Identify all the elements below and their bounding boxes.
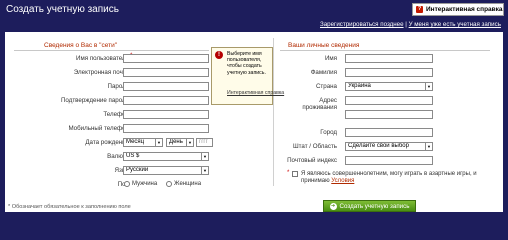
female-radio[interactable] — [166, 181, 172, 187]
male-label: Мужчина — [132, 181, 158, 187]
currency-value: US $ — [126, 153, 140, 159]
username-tooltip: ! Выберите имя пользователя, чтобы созда… — [211, 47, 284, 105]
country-value: Украина — [348, 83, 371, 89]
chevron-down-icon: ▼ — [201, 153, 208, 160]
chevron-down-icon: ▼ — [201, 167, 208, 174]
top-links: Зарегистрироваться позднее | У меня уже … — [320, 21, 501, 28]
tooltip-help-link[interactable]: Интерактивная справка — [227, 90, 284, 96]
birth-year-input[interactable]: гггг — [196, 138, 213, 147]
state-label: Штат / Область — [292, 143, 337, 150]
agree-text: Я являюсь совершеннолетним, могу играть … — [301, 171, 491, 185]
required-note: * Обозначает обязательное к заполнению п… — [8, 204, 131, 210]
alert-icon: ! — [215, 51, 223, 59]
currency-select[interactable]: US $ ▼ — [123, 152, 209, 161]
address-input-1[interactable] — [345, 96, 433, 105]
country-select[interactable]: Украина ▼ — [345, 82, 433, 91]
mobile-label: Мобильный телефон — [68, 125, 129, 132]
confirm-password-input[interactable] — [123, 96, 209, 105]
help-label: Интерактивная справка — [426, 6, 503, 13]
password-input[interactable] — [123, 82, 209, 91]
phone-input[interactable] — [123, 110, 209, 119]
create-account-button[interactable]: ➜ Создать учетную запись — [323, 200, 416, 212]
birth-day-value: День — [169, 139, 183, 145]
right-title-rule — [280, 50, 490, 51]
language-value: Русский — [126, 167, 149, 173]
question-icon: ? — [416, 6, 423, 13]
email-input[interactable] — [123, 68, 209, 77]
country-label: Страна — [315, 83, 337, 90]
chevron-down-icon: ▼ — [155, 139, 162, 146]
terms-link[interactable]: Условия — [331, 178, 354, 184]
agree-checkbox[interactable] — [292, 171, 298, 177]
personal-info-title: Ваши личные сведения — [288, 42, 360, 49]
city-label: Город — [320, 129, 337, 136]
username-input[interactable] — [123, 54, 209, 63]
address-input-2[interactable] — [345, 110, 433, 119]
confirm-password-label: Подтверждение пароля — [60, 97, 129, 104]
first-name-input[interactable] — [345, 54, 433, 63]
zip-input[interactable] — [345, 156, 433, 165]
chevron-down-icon: ▼ — [425, 143, 432, 150]
column-divider — [273, 38, 274, 186]
page: Создать учетную запись ? Интерактивная с… — [0, 0, 508, 220]
state-select[interactable]: Сделайте свой выбор ▼ — [345, 142, 433, 151]
email-label: Электронная почта — [73, 69, 129, 76]
page-title: Создать учетную запись — [6, 4, 119, 15]
first-name-label: Имя — [324, 55, 337, 62]
username-label: Имя пользователя — [76, 55, 129, 62]
city-input[interactable] — [345, 128, 433, 137]
female-label: Женщина — [174, 181, 202, 187]
tooltip-text: Выберите имя пользователя, чтобы создать… — [227, 51, 266, 76]
required-mark: * — [287, 170, 290, 176]
chevron-down-icon: ▼ — [425, 83, 432, 90]
help-button[interactable]: ? Интерактивная справка — [412, 3, 504, 16]
left-title-rule — [14, 50, 209, 51]
last-name-input[interactable] — [345, 68, 433, 77]
state-value: Сделайте свой выбор — [348, 143, 409, 149]
male-radio[interactable] — [124, 181, 130, 187]
agree-statement: Я являюсь совершеннолетним, могу играть … — [301, 171, 477, 185]
mobile-input[interactable] — [123, 124, 209, 133]
last-name-label: Фамилия — [310, 69, 337, 76]
birth-month-value: Месяц — [126, 139, 145, 145]
address-label: Адрес проживания — [302, 97, 337, 111]
birth-month-select[interactable]: Месяц ▼ — [123, 138, 163, 147]
online-info-title: Сведения о Вас в "сети" — [44, 42, 118, 49]
arrow-right-icon: ➜ — [329, 202, 337, 210]
have-account-link[interactable]: У меня уже есть учетная запись — [409, 21, 501, 28]
chevron-down-icon: ▼ — [186, 139, 193, 146]
create-account-label: Создать учетную запись — [339, 202, 410, 210]
zip-label: Почтовый индекс — [287, 157, 337, 164]
birth-day-select[interactable]: День ▼ — [166, 138, 194, 147]
language-select[interactable]: Русский ▼ — [123, 166, 209, 175]
register-later-link[interactable]: Зарегистрироваться позднее — [320, 21, 404, 28]
